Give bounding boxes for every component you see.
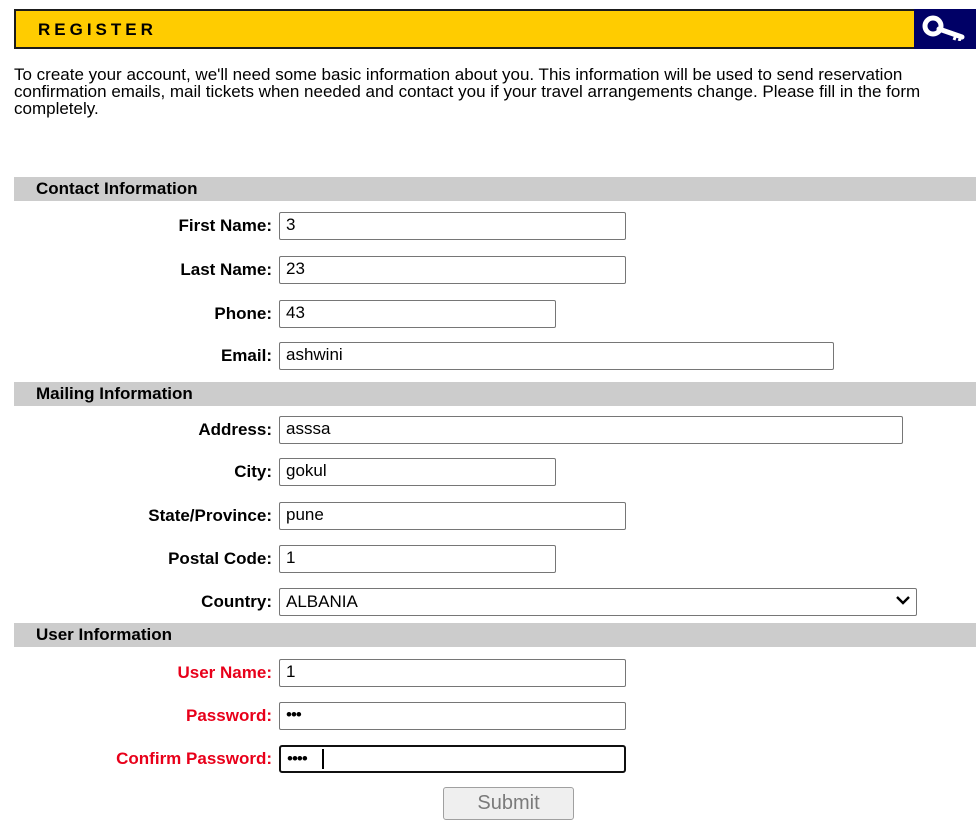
page-title: REGISTER <box>38 20 157 39</box>
user-name-input[interactable]: 1 <box>279 659 626 687</box>
last-name-label: Last Name: <box>180 260 272 279</box>
postal-code-input[interactable]: 1 <box>279 545 556 573</box>
chevron-down-icon <box>896 596 910 605</box>
email-label: Email: <box>220 346 272 365</box>
phone-label: Phone: <box>214 304 272 323</box>
city-row: City: gokul <box>0 458 976 488</box>
city-input[interactable]: gokul <box>279 458 556 486</box>
address-label: Address: <box>198 420 272 439</box>
section-contact-information: Contact Information <box>14 177 976 201</box>
email-input[interactable]: ashwini <box>279 342 834 370</box>
country-label: Country: <box>201 592 272 611</box>
confirm-password-row: Confirm Password: •••• <box>0 745 976 775</box>
first-name-row: First Name: 3 <box>0 212 976 242</box>
intro-text: To create your account, we'll need some … <box>14 65 921 118</box>
first-name-label: First Name: <box>178 216 272 235</box>
address-input[interactable]: asssa <box>279 416 903 444</box>
country-selected-value: ALBANIA <box>286 592 358 611</box>
user-name-row: User Name: 1 <box>0 659 976 689</box>
last-name-input[interactable]: 23 <box>279 256 626 284</box>
submit-button[interactable]: Submit <box>443 787 574 820</box>
password-input[interactable]: ••• <box>279 702 626 730</box>
city-label: City: <box>234 462 272 481</box>
text-cursor <box>322 749 324 769</box>
postal-code-label: Postal Code: <box>168 549 272 568</box>
state-label: State/Province: <box>148 506 272 525</box>
password-label: Password: <box>186 706 272 725</box>
register-header: REGISTER <box>14 9 976 49</box>
phone-input[interactable]: 43 <box>279 300 556 328</box>
first-name-input[interactable]: 3 <box>279 212 626 240</box>
section-user-information: User Information <box>14 623 976 647</box>
user-name-label: User Name: <box>177 663 273 682</box>
key-icon <box>914 9 976 49</box>
state-row: State/Province: pune <box>0 502 976 532</box>
address-row: Address: asssa <box>0 416 976 446</box>
postal-code-row: Postal Code: 1 <box>0 545 976 575</box>
section-mailing-information: Mailing Information <box>14 382 976 406</box>
confirm-password-label: Confirm Password: <box>116 749 272 768</box>
state-input[interactable]: pune <box>279 502 626 530</box>
country-select[interactable]: ALBANIA <box>279 588 917 616</box>
email-row: Email: ashwini <box>0 342 976 372</box>
phone-row: Phone: 43 <box>0 300 976 330</box>
password-row: Password: ••• <box>0 702 976 732</box>
country-row: Country: ALBANIA <box>0 588 976 618</box>
last-name-row: Last Name: 23 <box>0 256 976 286</box>
confirm-password-input[interactable]: •••• <box>279 745 626 773</box>
